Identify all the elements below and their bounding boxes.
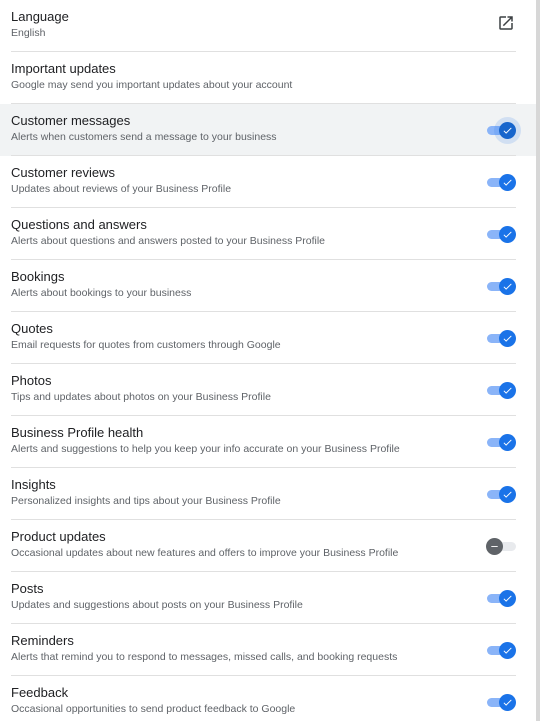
setting-title: Insights — [11, 477, 56, 492]
photos-toggle[interactable] — [486, 381, 518, 399]
settings-list: Language English Important updates Google m… — [0, 0, 536, 721]
setting-row-customer-messages[interactable]: Customer messages Alerts when customers s… — [0, 104, 536, 156]
setting-description: Tips and updates about photos on your Bu… — [11, 391, 271, 403]
toggle-knob — [499, 486, 516, 503]
product-updates-toggle[interactable] — [486, 537, 518, 555]
setting-row-feedback[interactable]: Feedback Occasional opportunities to send… — [0, 676, 536, 721]
insights-toggle[interactable] — [486, 485, 518, 503]
setting-description: Email requests for quotes from customers… — [11, 339, 281, 351]
questions-and-answers-toggle[interactable] — [486, 225, 518, 243]
open-in-new-icon[interactable] — [497, 14, 515, 32]
customer-reviews-toggle[interactable] — [486, 173, 518, 191]
toggle-knob — [499, 590, 516, 607]
setting-title: Customer messages — [11, 113, 131, 128]
scrollbar-thumb[interactable] — [536, 0, 540, 721]
setting-description: Alerts about questions and answers poste… — [11, 235, 326, 247]
setting-title: Posts — [11, 581, 44, 596]
check-icon — [502, 437, 513, 448]
toggle-knob — [499, 434, 516, 451]
setting-row-reminders[interactable]: Reminders Alerts that remind you to respo… — [0, 624, 536, 676]
setting-description: English — [11, 27, 46, 39]
setting-row-quotes[interactable]: Quotes Email requests for quotes from cus… — [0, 312, 536, 364]
minus-icon — [489, 541, 500, 552]
setting-title: Feedback — [11, 685, 69, 700]
setting-title: Photos — [11, 373, 52, 388]
check-icon — [502, 489, 513, 500]
toggle-knob — [499, 330, 516, 347]
toggle-knob — [499, 642, 516, 659]
setting-description: Alerts that remind you to respond to mes… — [11, 651, 398, 663]
setting-row-language[interactable]: Language English — [0, 0, 536, 52]
setting-description: Occasional updates about new features an… — [11, 547, 399, 559]
toggle-knob — [499, 278, 516, 295]
setting-description: Updates about reviews of your Business P… — [11, 183, 232, 195]
setting-title: Customer reviews — [11, 165, 116, 180]
posts-toggle[interactable] — [486, 589, 518, 607]
check-icon — [502, 593, 513, 604]
toggle-knob — [486, 538, 503, 555]
customer-messages-toggle[interactable] — [486, 121, 518, 139]
setting-title: Business Profile health — [11, 425, 144, 440]
setting-title: Questions and answers — [11, 217, 147, 232]
setting-row-product-updates[interactable]: Product updates Occasional updates about … — [0, 520, 536, 572]
setting-description: Alerts and suggestions to help you keep … — [11, 443, 400, 455]
setting-title: Product updates — [11, 529, 106, 544]
toggle-knob — [499, 694, 516, 711]
check-icon — [502, 645, 513, 656]
check-icon — [502, 177, 513, 188]
setting-description: Alerts when customers send a message to … — [11, 131, 277, 143]
bookings-toggle[interactable] — [486, 277, 518, 295]
setting-title: Language — [11, 9, 69, 24]
setting-row-business-profile-health[interactable]: Business Profile health Alerts and sugges… — [0, 416, 536, 468]
setting-row-bookings[interactable]: Bookings Alerts about bookings to your bu… — [0, 260, 536, 312]
setting-title: Bookings — [11, 269, 65, 284]
check-icon — [502, 229, 513, 240]
setting-description: Personalized insights and tips about you… — [11, 495, 281, 507]
check-icon — [502, 333, 513, 344]
setting-row-photos[interactable]: Photos Tips and updates about photos on y… — [0, 364, 536, 416]
reminders-toggle[interactable] — [486, 641, 518, 659]
setting-description: Updates and suggestions about posts on y… — [11, 599, 303, 611]
toggle-knob — [499, 174, 516, 191]
setting-description: Google may send you important updates ab… — [11, 79, 293, 91]
setting-row-posts[interactable]: Posts Updates and suggestions about posts… — [0, 572, 536, 624]
setting-row-insights[interactable]: Insights Personalized insights and tips a… — [0, 468, 536, 520]
quotes-toggle[interactable] — [486, 329, 518, 347]
check-icon — [502, 697, 513, 708]
check-icon — [502, 125, 513, 136]
scrollbar-track[interactable] — [536, 0, 540, 721]
setting-row-important-updates: Important updates Google may send you imp… — [0, 52, 536, 104]
setting-row-questions-and-answers[interactable]: Questions and answers Alerts about questi… — [0, 208, 536, 260]
setting-title: Important updates — [11, 61, 116, 76]
check-icon — [502, 385, 513, 396]
setting-title: Quotes — [11, 321, 53, 336]
check-icon — [502, 281, 513, 292]
notification-settings-panel: Language English Important updates Google m… — [0, 0, 540, 721]
toggle-knob — [499, 382, 516, 399]
toggle-knob — [499, 122, 516, 139]
setting-description: Alerts about bookings to your business — [11, 287, 192, 299]
setting-row-customer-reviews[interactable]: Customer reviews Updates about reviews of… — [0, 156, 536, 208]
business-profile-health-toggle[interactable] — [486, 433, 518, 451]
toggle-knob — [499, 226, 516, 243]
setting-description: Occasional opportunities to send product… — [11, 703, 296, 715]
feedback-toggle[interactable] — [486, 693, 518, 711]
setting-title: Reminders — [11, 633, 74, 648]
